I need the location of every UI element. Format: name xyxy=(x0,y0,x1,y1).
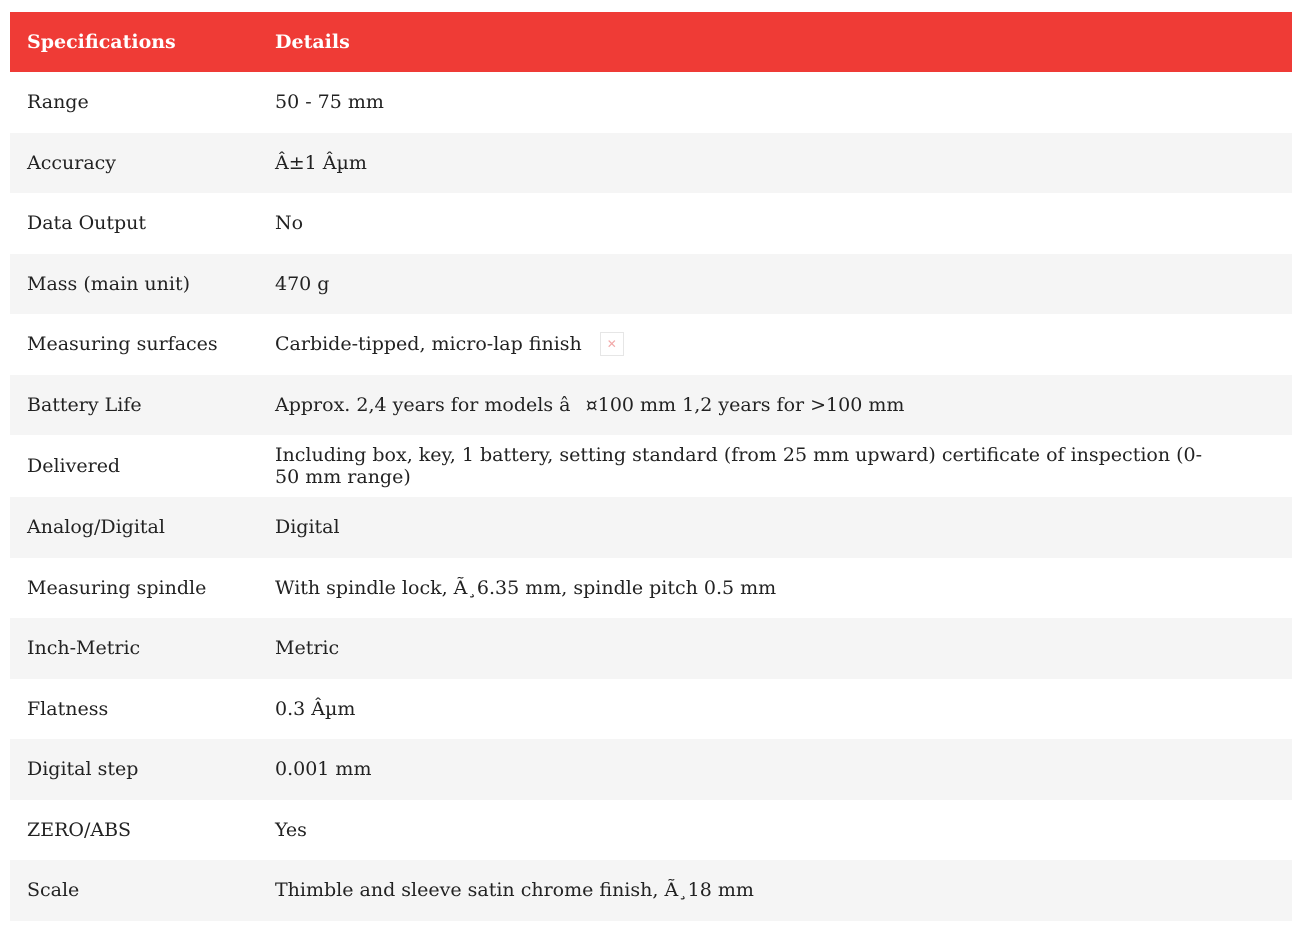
spec-name: Analog/Digital xyxy=(27,516,165,539)
table-row: Analog/Digital Digital xyxy=(10,497,1292,558)
spec-name: Battery Life xyxy=(27,393,142,416)
spec-name: Measuring surfaces xyxy=(27,333,218,356)
specifications-table-container: Specifications Details Range 50 - 75 mm … xyxy=(10,12,1292,921)
spec-name: Delivered xyxy=(27,455,121,477)
table-row: Measuring surfaces Carbide-tipped, micro… xyxy=(10,314,1292,375)
header-specifications: Specifications xyxy=(27,31,176,53)
spec-detail: No xyxy=(275,212,304,235)
table-row: Scale Thimble and sleeve satin chrome fi… xyxy=(10,860,1292,921)
spec-detail: Digital xyxy=(275,516,340,539)
specifications-table: Specifications Details Range 50 - 75 mm … xyxy=(10,12,1292,921)
spec-name: Inch-Metric xyxy=(27,637,141,660)
broken-image-icon: ✕ xyxy=(599,332,624,357)
table-row: Mass (main unit) 470 g xyxy=(10,253,1292,314)
spec-name: Flatness xyxy=(27,697,109,720)
table-body: Range 50 - 75 mm Accuracy Â±1 Âµm Data O… xyxy=(10,72,1292,921)
spec-name: Accuracy xyxy=(27,151,117,174)
table-row: Range 50 - 75 mm xyxy=(10,72,1292,133)
table-row: Data Output No xyxy=(10,193,1292,254)
spec-detail: Carbide-tipped, micro-lap finish xyxy=(275,333,582,356)
spec-detail: With spindle lock, Ã¸6.35 mm, spindle pi… xyxy=(275,576,777,599)
table-row: Measuring spindle With spindle lock, Ã¸6… xyxy=(10,557,1292,618)
table-row: Delivered Including box, key, 1 battery,… xyxy=(10,435,1292,497)
table-row: Digital step 0.001 mm xyxy=(10,739,1292,800)
spec-name: Scale xyxy=(27,879,80,902)
table-header: Specifications Details xyxy=(10,12,1292,72)
spec-detail-cell: Carbide-tipped, micro-lap finish ✕ xyxy=(259,314,1292,375)
table-row: Battery Life Approx. 2,4 years for model… xyxy=(10,374,1292,435)
spec-name: Range xyxy=(27,91,89,114)
spec-name: Digital step xyxy=(27,758,139,781)
table-header-row: Specifications Details xyxy=(10,12,1292,72)
table-row: Flatness 0.3 Âµm xyxy=(10,678,1292,739)
header-details: Details xyxy=(275,31,350,53)
spec-detail: 0.3 Âµm xyxy=(275,697,356,720)
spec-detail: Metric xyxy=(275,637,340,660)
spec-detail: Yes xyxy=(275,818,307,841)
spec-name: ZERO/ABS xyxy=(27,818,132,841)
table-row: Inch-Metric Metric xyxy=(10,618,1292,679)
image-placeholder-x: ✕ xyxy=(606,337,617,352)
spec-detail: Â±1 Âµm xyxy=(275,151,367,174)
spec-name: Measuring spindle xyxy=(27,576,207,599)
spec-detail: Approx. 2,4 years for models â¤100 mm 1… xyxy=(275,393,905,416)
spec-detail: 0.001 mm xyxy=(275,758,372,781)
spec-name: Data Output xyxy=(27,212,147,235)
table-row: ZERO/ABS Yes xyxy=(10,799,1292,860)
spec-detail: Including box, key, 1 battery, setting s… xyxy=(275,444,1203,488)
table-row: Accuracy Â±1 Âµm xyxy=(10,132,1292,193)
spec-detail: 470 g xyxy=(275,272,330,295)
spec-name: Mass (main unit) xyxy=(27,272,191,295)
spec-detail: 50 - 75 mm xyxy=(275,91,384,114)
spec-detail: Thimble and sleeve satin chrome finish, … xyxy=(275,879,754,902)
